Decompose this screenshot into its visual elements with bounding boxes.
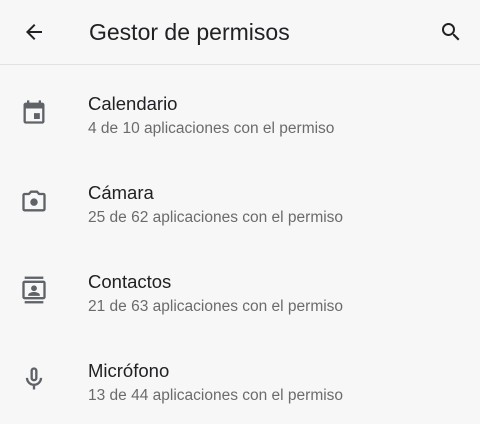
- page-title: Gestor de permisos: [89, 19, 290, 45]
- permission-count: 13 de 44 aplicaciones con el permiso: [88, 387, 344, 404]
- permission-count: 21 de 63 aplicaciones con el permiso: [88, 298, 344, 315]
- permission-manager-screen: Gestor de permisos Calendario 4 de 10 ap…: [0, 0, 480, 424]
- permission-item-camera[interactable]: Cámara 25 de 62 aplicaciones con el perm…: [0, 154, 480, 243]
- calendar-icon: [20, 98, 48, 126]
- camera-icon: [20, 187, 48, 215]
- microphone-icon: [20, 365, 48, 393]
- contacts-icon: [20, 276, 48, 304]
- search-button[interactable]: [431, 12, 471, 52]
- permission-count: 4 de 10 aplicaciones con el permiso: [88, 120, 335, 137]
- permission-item-microphone[interactable]: Micrófono 13 de 44 aplicaciones con el p…: [0, 332, 480, 421]
- search-icon: [442, 23, 460, 41]
- back-button[interactable]: [14, 12, 54, 52]
- permission-label: Micrófono: [88, 360, 170, 381]
- arrow-back-icon: [26, 24, 42, 40]
- permission-count: 25 de 62 aplicaciones con el permiso: [88, 209, 344, 226]
- permission-label: Contactos: [88, 271, 172, 292]
- permission-item-contacts[interactable]: Contactos 21 de 63 aplicaciones con el p…: [0, 243, 480, 332]
- app-bar: Gestor de permisos: [0, 0, 480, 65]
- permission-item-calendar[interactable]: Calendario 4 de 10 aplicaciones con el p…: [0, 65, 480, 154]
- permission-list: Calendario 4 de 10 aplicaciones con el p…: [0, 65, 480, 421]
- permission-label: Calendario: [88, 93, 178, 114]
- permission-label: Cámara: [88, 182, 154, 203]
